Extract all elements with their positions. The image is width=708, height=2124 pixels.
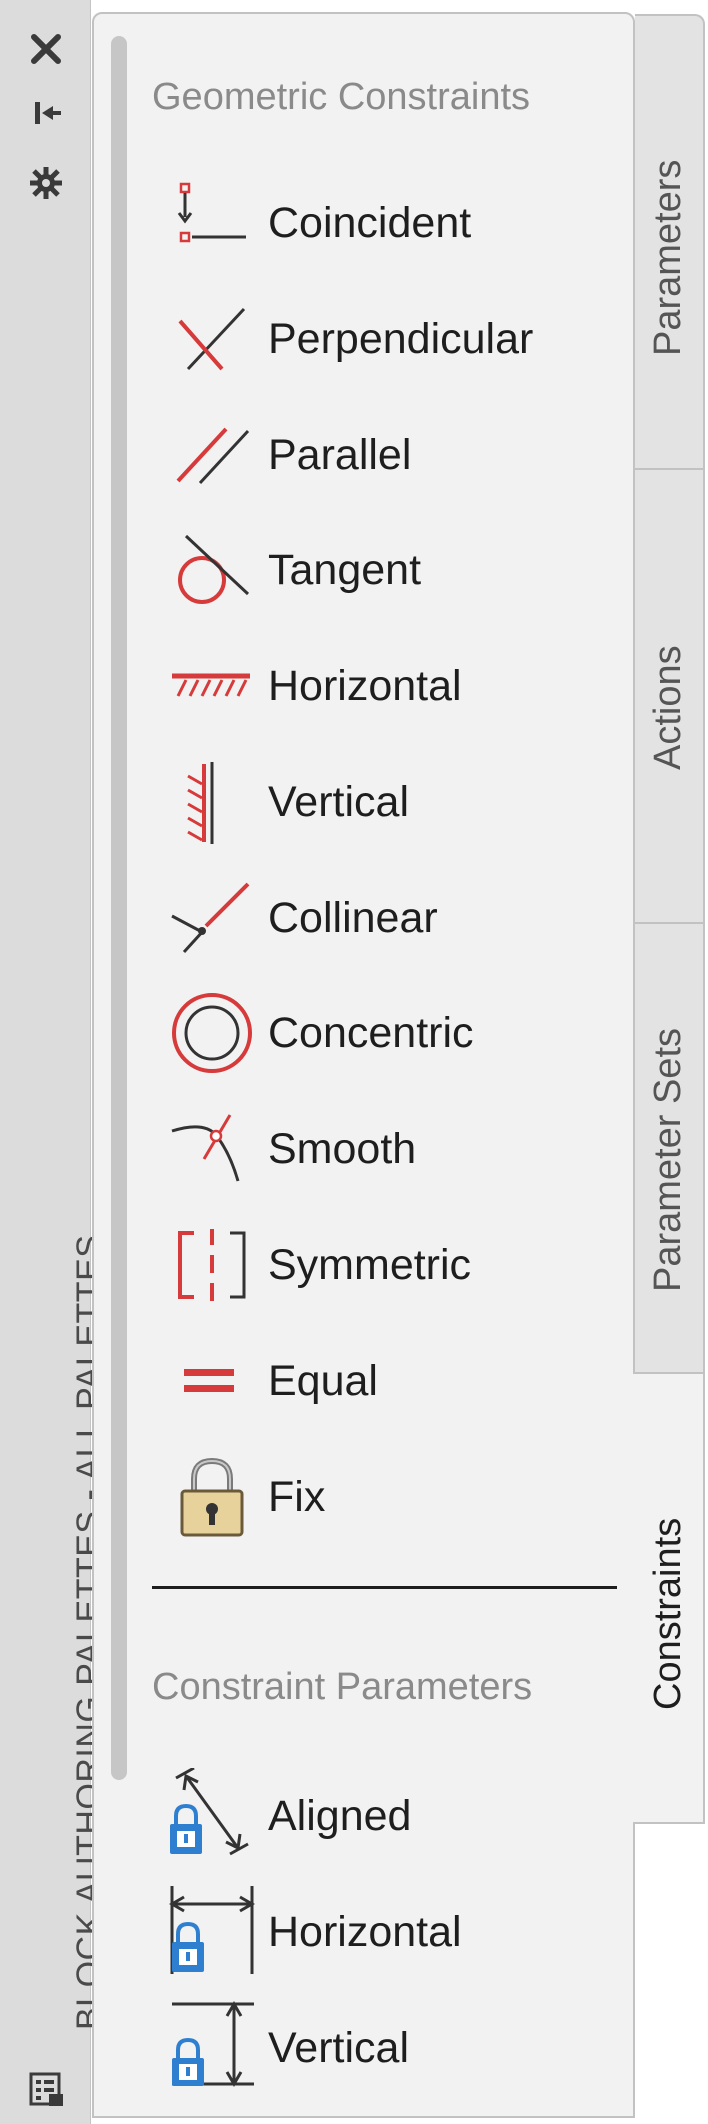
auto-hide-icon[interactable] <box>25 92 67 134</box>
tool-label: Smooth <box>268 1125 417 1173</box>
collinear-icon <box>171 882 250 954</box>
tool-concentric[interactable]: Concentric <box>160 985 600 1081</box>
geometric-constraints-title: Geometric Constraints <box>152 76 531 118</box>
tool-fix[interactable]: Fix <box>160 1449 600 1545</box>
tool-vertical-constraint[interactable]: Vertical <box>160 754 600 850</box>
tool-label: Collinear <box>268 894 438 942</box>
symmetric-icon <box>178 1229 246 1301</box>
tool-label: Perpendicular <box>268 315 534 363</box>
horizontal-dimension-icon <box>169 1886 255 1974</box>
tool-label: Tangent <box>268 546 422 594</box>
tab-label: Actions <box>647 645 689 770</box>
properties-icon[interactable] <box>25 162 67 204</box>
tool-horizontal-constraint[interactable]: Horizontal <box>160 638 600 734</box>
tool-horizontal-dimension[interactable]: Horizontal <box>160 1884 600 1980</box>
tool-label: Aligned <box>268 1792 412 1840</box>
tool-vertical-dimension[interactable]: Vertical <box>160 2000 600 2096</box>
vertical-constraint-icon <box>187 762 214 844</box>
tool-label: Fix <box>268 1473 326 1521</box>
tool-label: Parallel <box>268 431 412 479</box>
close-icon[interactable] <box>25 28 67 70</box>
tool-label: Symmetric <box>268 1241 472 1289</box>
tool-collinear[interactable]: Collinear <box>160 870 600 966</box>
scrollbar[interactable] <box>111 36 127 1780</box>
aligned-dimension-icon <box>170 1768 249 1856</box>
coincident-icon <box>177 182 246 243</box>
tab-label: Constraints <box>647 1517 689 1710</box>
tool-tangent[interactable]: Tangent <box>160 522 600 618</box>
palette-title-bar: BLOCK AUTHORING PALETTES - ALL PALETTES <box>0 0 108 2124</box>
tab-label: Parameters <box>647 159 689 356</box>
palette-menu-icon[interactable] <box>25 2068 67 2110</box>
tool-label: Coincident <box>268 199 472 247</box>
tool-parallel[interactable]: Parallel <box>160 407 600 503</box>
tool-label: Concentric <box>268 1009 474 1057</box>
tool-label: Horizontal <box>268 1908 462 1956</box>
smooth-icon <box>171 1114 240 1182</box>
concentric-icon <box>172 993 252 1073</box>
fix-lock-icon <box>180 1457 244 1537</box>
tool-label: Vertical <box>268 2024 410 2072</box>
tool-smooth[interactable]: Smooth <box>160 1101 600 1197</box>
tab-constraints[interactable]: Constraints <box>633 1372 705 1824</box>
tool-label: Vertical <box>268 778 410 826</box>
constraint-parameters-title: Constraint Parameters <box>152 1666 533 1708</box>
tool-perpendicular[interactable]: Perpendicular <box>160 291 600 387</box>
tool-coincident[interactable]: Coincident <box>160 175 600 271</box>
perpendicular-icon <box>178 307 246 371</box>
parallel-icon <box>176 427 250 485</box>
equal-icon <box>184 1369 234 1392</box>
tab-label: Parameter Sets <box>647 1028 689 1292</box>
tangent-icon <box>178 534 250 604</box>
tab-parameter-sets[interactable]: Parameter Sets <box>635 922 705 1374</box>
tab-actions[interactable]: Actions <box>635 468 705 924</box>
tool-label: Horizontal <box>268 662 462 710</box>
section-divider <box>152 1586 617 1589</box>
tool-symmetric[interactable]: Symmetric <box>160 1217 600 1313</box>
vertical-dimension-icon <box>172 2001 254 2087</box>
tool-aligned[interactable]: Aligned <box>160 1768 600 1864</box>
tab-parameters[interactable]: Parameters <box>635 14 705 470</box>
horizontal-constraint-icon <box>172 673 250 697</box>
tool-label: Equal <box>268 1357 378 1405</box>
tool-equal[interactable]: Equal <box>160 1333 600 1429</box>
